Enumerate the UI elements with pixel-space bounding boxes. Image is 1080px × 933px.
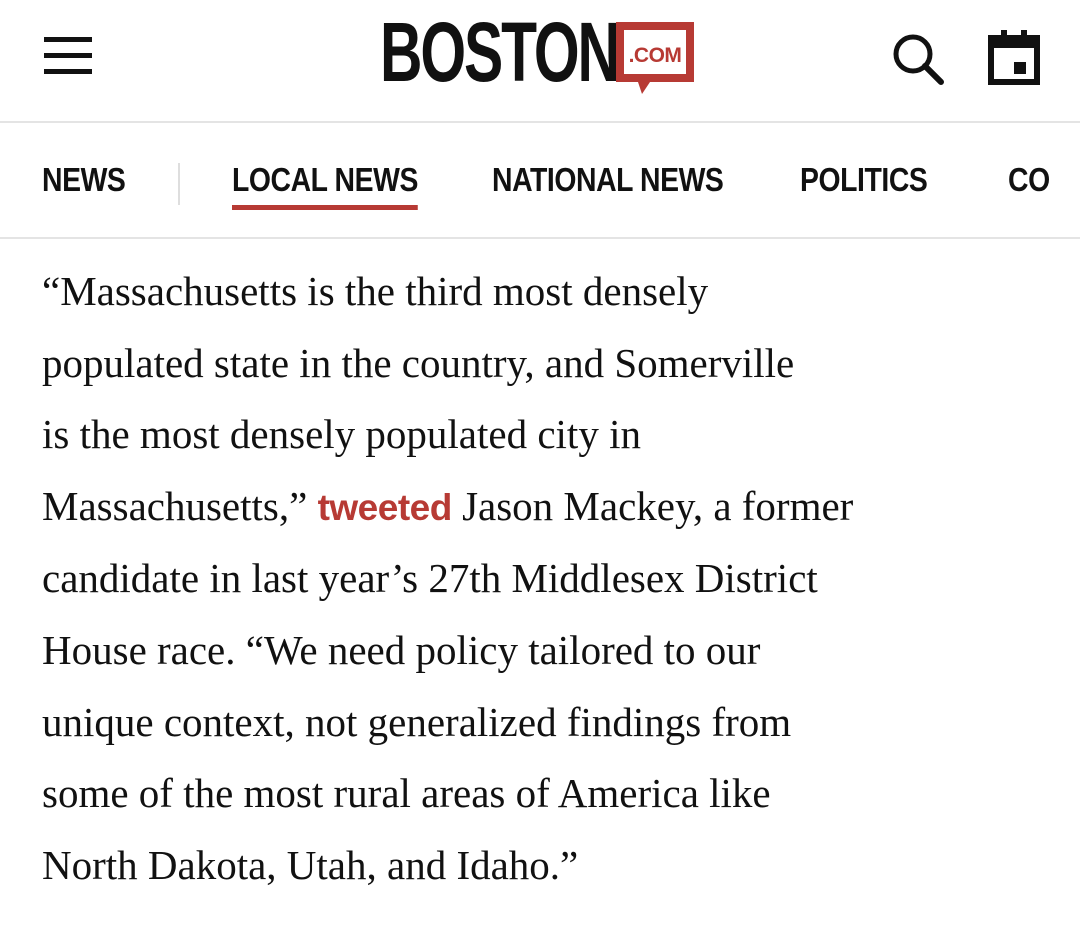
menu-bar (44, 53, 92, 58)
article-line: candidate in last year’s 27th Middlesex … (42, 555, 818, 602)
nav-item-co[interactable]: CO (1008, 161, 1050, 205)
article-line: House race. “We need policy tailored to … (42, 626, 761, 673)
article-text: Jason Mackey, a former (451, 482, 854, 529)
article-line: “Massachusetts is the third most densely (42, 268, 709, 314)
article-line: Massachusetts,” tweeted Jason Mackey, a … (42, 471, 1052, 544)
site-logo[interactable]: BOSTON .COM (380, 5, 710, 106)
logo-badge-text: .COM (629, 44, 682, 67)
section-nav: NEWS LOCAL NEWS NATIONAL NEWS POLITICS C… (0, 123, 1080, 239)
article-line: North Dakota, Utah, and Idaho.” (42, 841, 579, 888)
article-line: some of the most rural areas of America … (42, 770, 771, 817)
menu-icon[interactable] (38, 32, 98, 80)
nav-item-news[interactable]: NEWS (42, 161, 126, 205)
menu-bar (44, 69, 92, 74)
menu-bar (44, 37, 92, 42)
article-line: unique context, not generalized findings… (42, 698, 792, 745)
nav-divider (178, 163, 180, 205)
article-line: populated state in the country, and Some… (42, 339, 795, 386)
article-line: is the most densely populated city in (42, 411, 641, 458)
article-paragraph: “Massachusetts is the third most densely… (42, 256, 1052, 901)
nav-item-politics[interactable]: POLITICS (800, 161, 928, 205)
article-body: “Massachusetts is the third most densely… (42, 256, 1052, 901)
article-text: Massachusetts,” (42, 482, 318, 529)
nav-item-local-news[interactable]: LOCAL NEWS (232, 161, 418, 210)
tweeted-link[interactable]: tweeted (318, 487, 453, 528)
nav-item-national-news[interactable]: NATIONAL NEWS (492, 161, 724, 205)
search-icon[interactable] (888, 28, 948, 88)
calendar-icon[interactable] (984, 26, 1044, 88)
logo-badge: .COM (612, 18, 698, 98)
logo-wordmark: BOSTON (380, 5, 620, 99)
site-header: BOSTON .COM (0, 0, 1080, 123)
